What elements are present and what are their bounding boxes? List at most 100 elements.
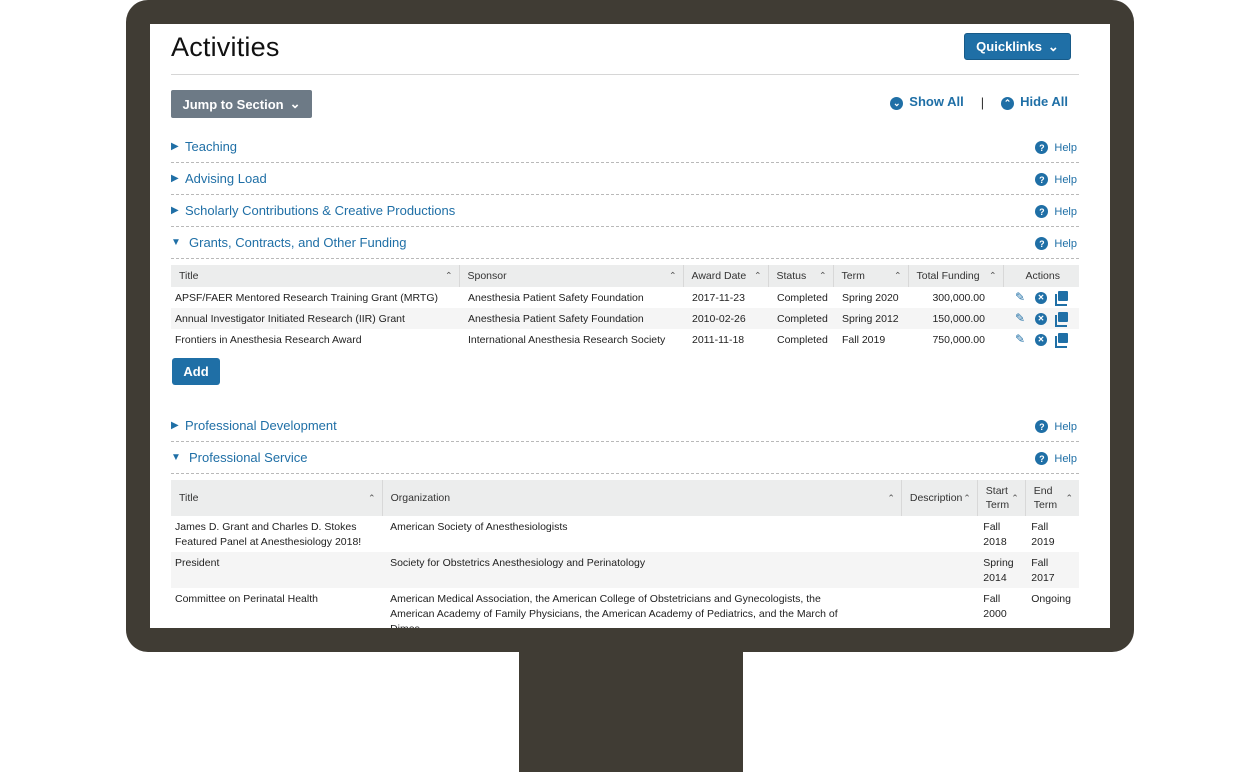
column-header-end-term[interactable]: End Term⌃: [1025, 480, 1079, 516]
section-label: Professional Development: [185, 418, 337, 433]
cell-description: [901, 552, 977, 588]
row-actions: ✎✕: [1003, 329, 1079, 350]
row-actions: ✎✕: [1003, 308, 1079, 329]
cell-sponsor: Anesthesia Patient Safety Foundation: [459, 287, 683, 308]
cell-award-date: 2010-02-26: [683, 308, 768, 329]
separator: |: [981, 95, 984, 110]
help-icon: ?: [1035, 237, 1048, 250]
column-header-award-date[interactable]: Award Date⌃: [683, 265, 768, 287]
help-icon: ?: [1035, 173, 1048, 186]
cell-title: President: [171, 552, 382, 588]
table-row: James D. Grant and Charles D. Stokes Fea…: [171, 516, 1079, 552]
column-header-description[interactable]: Description⌃: [901, 480, 977, 516]
chevron-down-icon: ⌄: [290, 96, 301, 112]
show-hide-controls: ⌄Show All | ⌃Hide All: [890, 94, 1068, 110]
sort-icon: ⌃: [887, 491, 895, 505]
cell-title: Committee on Perinatal Health: [171, 588, 382, 628]
triangle-right-icon: ▶: [171, 205, 185, 216]
cell-title: APSF/FAER Mentored Research Training Gra…: [171, 287, 459, 308]
column-header-total-funding[interactable]: Total Funding⌃: [908, 265, 1003, 287]
help-label: Help: [1054, 421, 1077, 433]
jump-to-section-button[interactable]: Jump to Section ⌄: [171, 90, 312, 118]
cell-start-term: Spring 2014: [977, 552, 1025, 588]
column-header-term[interactable]: Term⌃: [833, 265, 908, 287]
column-header-actions: Actions: [1003, 265, 1079, 287]
table-row: APSF/FAER Mentored Research Training Gra…: [171, 287, 1079, 308]
sort-icon: ⌃: [819, 271, 827, 282]
cell-sponsor: Anesthesia Patient Safety Foundation: [459, 308, 683, 329]
pencil-icon[interactable]: ✎: [1013, 291, 1027, 304]
triangle-right-icon: ▶: [171, 141, 185, 152]
section-label: Advising Load: [185, 171, 267, 186]
column-header-sponsor[interactable]: Sponsor⌃: [459, 265, 683, 287]
cell-award-date: 2017-11-23: [683, 287, 768, 308]
sort-icon: ⌃: [894, 271, 902, 282]
table-row: Frontiers in Anesthesia Research Award I…: [171, 329, 1079, 350]
help-link[interactable]: ?Help: [1035, 205, 1077, 218]
sort-icon: ⌃: [445, 271, 453, 282]
column-header-organization[interactable]: Organization⌃: [382, 480, 901, 516]
column-header-status[interactable]: Status⌃: [768, 265, 833, 287]
section-professional-service[interactable]: ▼ Professional Service ?Help: [171, 442, 1079, 474]
column-header-title[interactable]: Title⌃: [171, 265, 459, 287]
cell-organization: American Society of Anesthesiologists: [382, 516, 901, 552]
section-advising-load[interactable]: ▶ Advising Load ?Help: [171, 163, 1079, 195]
sort-icon: ⌃: [989, 271, 997, 282]
help-label: Help: [1054, 453, 1077, 465]
show-all-link[interactable]: ⌄Show All: [890, 94, 963, 110]
sort-icon: ⌃: [669, 271, 677, 282]
pencil-icon[interactable]: ✎: [1013, 333, 1027, 346]
section-label: Teaching: [185, 139, 237, 154]
section-label: Professional Service: [189, 450, 308, 465]
help-link[interactable]: ? Help: [1035, 237, 1077, 250]
pencil-icon[interactable]: ✎: [1013, 312, 1027, 325]
cell-status: Completed: [768, 287, 833, 308]
help-label: Help: [1054, 238, 1077, 250]
add-button[interactable]: Add: [172, 358, 220, 385]
quicklinks-label: Quicklinks: [976, 39, 1042, 54]
help-label: Help: [1054, 142, 1077, 154]
chevron-down-circle-icon: ⌄: [890, 97, 903, 110]
section-teaching[interactable]: ▶ Teaching ?Help: [171, 131, 1079, 163]
table-row: Committee on Perinatal Health American M…: [171, 588, 1079, 628]
section-grants[interactable]: ▼ Grants, Contracts, and Other Funding ?…: [171, 227, 1079, 259]
triangle-right-icon: ▶: [171, 173, 185, 184]
section-professional-development[interactable]: ▶ Professional Development ?Help: [171, 410, 1079, 442]
section-scholarly[interactable]: ▶ Scholarly Contributions & Creative Pro…: [171, 195, 1079, 227]
sort-icon: ⌃: [1011, 491, 1019, 505]
column-header-title[interactable]: Title⌃: [171, 480, 382, 516]
help-link[interactable]: ? Help: [1035, 420, 1077, 433]
cell-total-funding: 150,000.00: [908, 308, 1003, 329]
screen: Activities Quicklinks ⌄ Jump to Section …: [150, 24, 1110, 628]
cell-status: Completed: [768, 308, 833, 329]
help-icon: ?: [1035, 420, 1048, 433]
cell-title: Annual Investigator Initiated Research (…: [171, 308, 459, 329]
quicklinks-button[interactable]: Quicklinks ⌄: [964, 33, 1071, 60]
help-link[interactable]: ? Help: [1035, 452, 1077, 465]
column-header-start-term[interactable]: Start Term⌃: [977, 480, 1025, 516]
copy-icon[interactable]: [1055, 291, 1069, 304]
help-icon: ?: [1035, 452, 1048, 465]
cell-sponsor: International Anesthesia Research Societ…: [459, 329, 683, 350]
cell-term: Fall 2019: [833, 329, 908, 350]
chevron-up-circle-icon: ⌃: [1001, 97, 1014, 110]
sort-icon: ⌃: [368, 491, 376, 505]
close-circle-icon[interactable]: ✕: [1035, 292, 1047, 304]
table-header-row: Title⌃ Sponsor⌃ Award Date⌃ Status⌃ Term…: [171, 265, 1079, 287]
divider: [171, 74, 1079, 75]
close-circle-icon[interactable]: ✕: [1035, 313, 1047, 325]
cell-award-date: 2011-11-18: [683, 329, 768, 350]
hide-all-link[interactable]: ⌃Hide All: [1001, 94, 1068, 110]
table-row: President Society for Obstetrics Anesthe…: [171, 552, 1079, 588]
cell-description: [901, 516, 977, 552]
copy-icon[interactable]: [1055, 333, 1069, 346]
monitor-stand: [519, 650, 743, 772]
grants-table: Title⌃ Sponsor⌃ Award Date⌃ Status⌃ Term…: [171, 265, 1079, 350]
copy-icon[interactable]: [1055, 312, 1069, 325]
page-title: Activities: [171, 32, 280, 63]
help-icon: ?: [1035, 205, 1048, 218]
cell-end-term: Fall 2017: [1025, 552, 1079, 588]
help-link[interactable]: ?Help: [1035, 141, 1077, 154]
close-circle-icon[interactable]: ✕: [1035, 334, 1047, 346]
help-link[interactable]: ?Help: [1035, 173, 1077, 186]
